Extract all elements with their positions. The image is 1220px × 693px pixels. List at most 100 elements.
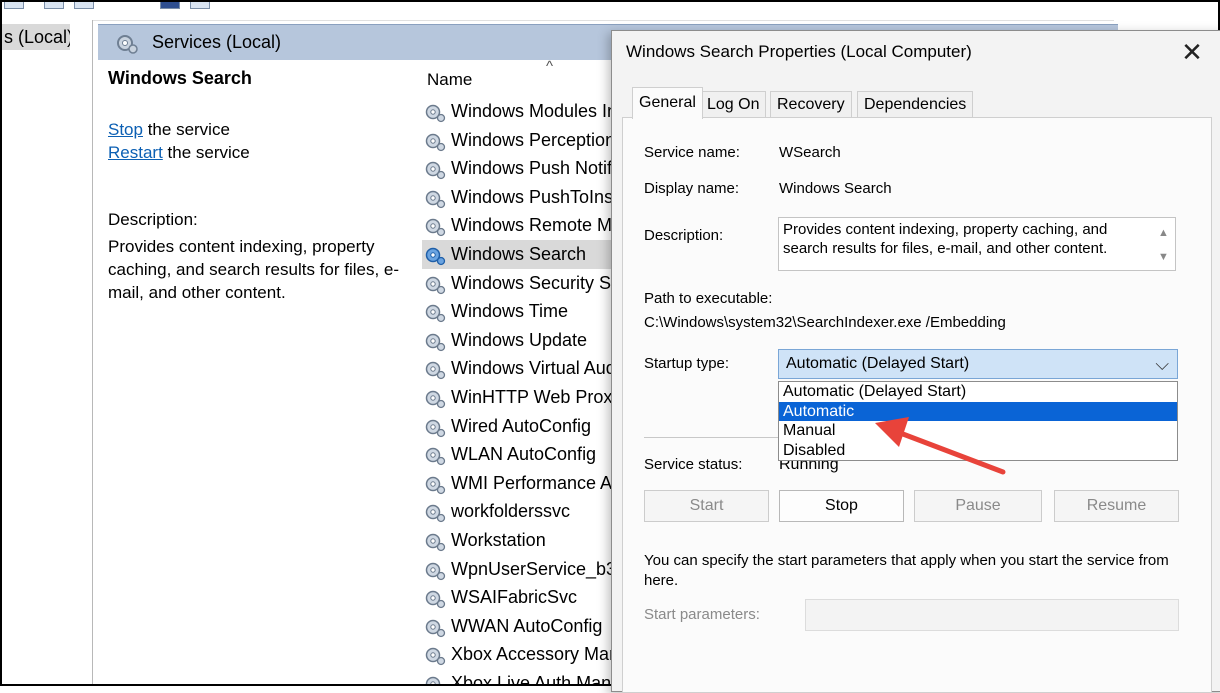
start-button[interactable]: Start [644,490,769,522]
service-name: Windows Virtual Aud [451,358,616,379]
service-name-value: WSearch [779,144,841,161]
service-row[interactable]: WMI Performance Ad [422,469,622,498]
restart-service-link[interactable]: Restart [108,143,163,162]
scroll-down-icon[interactable]: ▼ [1158,248,1169,267]
services-list: ^ Name Windows Modules In Windows Percept… [408,58,622,684]
service-row[interactable]: Windows Time [422,297,622,326]
start-params-input[interactable] [805,599,1179,631]
service-name: WinHTTP Web Proxy [451,386,622,407]
start-params-label: Start parameters: [644,606,760,623]
service-row[interactable]: Windows Push Notifi [422,154,622,183]
service-name: WWAN AutoConfig [451,615,603,636]
service-gear-icon [424,358,446,383]
service-gear-icon [424,215,446,240]
service-row[interactable]: Windows Perception [422,126,622,155]
service-gear-icon [424,644,446,669]
service-name: Windows Remote Ma [451,215,622,236]
toolbar-icon[interactable] [74,2,94,9]
startup-type-dropdown: Automatic (Delayed Start) Automatic Manu… [778,381,1178,461]
service-gear-icon [424,673,446,684]
service-name: Windows Perception [451,129,616,150]
service-gear-icon [424,158,446,183]
service-row[interactable]: Wired AutoConfig [422,412,622,441]
tree-item-services-local[interactable]: s (Local) [2,24,70,50]
services-header-title: Services (Local) [152,32,282,52]
display-name-label: Display name: [644,180,740,197]
description-scrollbar[interactable]: ▲ ▼ [1153,218,1175,270]
pause-button[interactable]: Pause [914,490,1042,522]
service-row[interactable]: WLAN AutoConfig [422,440,622,469]
service-gear-icon [424,616,446,641]
divider [644,437,778,438]
service-name: Xbox Accessory Mana [451,644,622,665]
service-row[interactable]: WpnUserService_b36 [422,555,622,584]
toolbar-icon[interactable] [190,2,210,9]
option-automatic[interactable]: Automatic [779,401,1177,421]
service-gear-icon [424,273,446,298]
services-gear-icon [115,31,139,60]
option-disabled[interactable]: Disabled [779,441,1177,461]
description-label: Description: [108,210,198,229]
service-name: Windows Time [451,301,569,322]
service-gear-icon [424,559,446,584]
tab-general[interactable]: General [632,87,703,119]
service-name: WpnUserService_b36 [451,558,622,579]
console-tree: s (Local) [2,20,93,684]
service-row[interactable]: Windows Update [422,326,622,355]
stop-button[interactable]: Stop [779,490,904,522]
service-row[interactable]: Xbox Accessory Mana [422,640,622,669]
description-text: Provides content indexing, property cach… [108,237,400,302]
service-gear-icon [424,530,446,555]
dialog-title: Windows Search Properties (Local Compute… [626,42,972,61]
service-name: Windows Modules In [451,101,618,121]
service-gear-icon [424,387,446,412]
service-row[interactable]: workfolderssvc [422,497,622,526]
option-manual[interactable]: Manual [779,421,1177,441]
service-name: Windows Search [451,243,587,264]
service-row[interactable]: Xbox Live Auth Mana [422,669,622,684]
service-name: Windows Security Se [451,272,622,293]
column-header-name[interactable]: Name [427,70,472,90]
close-button[interactable]: ✕ [1174,35,1210,71]
toolbar-icon[interactable] [160,2,180,9]
toolbar-icon[interactable] [44,2,64,9]
service-row[interactable]: WinHTTP Web Proxy [422,383,622,412]
service-row[interactable]: WWAN AutoConfig [422,612,622,641]
service-row[interactable]: Windows PushToInst [422,183,622,212]
sort-ascending-icon: ^ [546,58,554,75]
service-gear-icon [424,130,446,155]
tab-recovery[interactable]: Recovery [770,91,852,118]
stop-service-link[interactable]: Stop [108,120,143,139]
restart-service-line: Restart the service [108,143,250,163]
service-row[interactable]: Windows Search [422,239,622,269]
dialog-description-box[interactable]: Provides content indexing, property cach… [778,217,1176,271]
scroll-up-icon[interactable]: ▲ [1158,224,1169,243]
service-row[interactable]: Windows Security Se [422,269,622,298]
service-gear-icon [424,101,446,126]
dialog-description-text: Provides content indexing, property cach… [783,221,1108,257]
service-gear-icon [424,473,446,498]
service-row[interactable]: WSAIFabricSvc [422,583,622,612]
service-row[interactable]: Windows Virtual Aud [422,354,622,383]
option-automatic-delayed[interactable]: Automatic (Delayed Start) [779,382,1177,402]
dialog-description-label: Description: [644,227,724,244]
toolbar-icon[interactable] [4,2,24,9]
tab-log-on[interactable]: Log On [700,91,767,118]
service-name: Workstation [451,529,546,550]
service-row[interactable]: Windows Remote Ma [422,211,622,240]
service-gear-icon [424,587,446,612]
service-gear-icon [424,187,446,212]
service-gear-icon [424,244,446,269]
startup-type-select[interactable]: Automatic (Delayed Start) ⌵ [778,349,1178,379]
service-gear-icon [424,501,446,526]
resume-button[interactable]: Resume [1054,490,1179,522]
restart-service-suffix: the service [162,143,250,162]
service-row[interactable]: Windows Modules In [422,97,622,126]
service-name-label: Service name: [644,144,740,161]
tab-dependencies[interactable]: Dependencies [857,91,974,118]
stop-service-line: Stop the service [108,120,230,140]
service-name: Windows Push Notifi [451,158,617,179]
service-name: Windows PushToInst [451,186,619,207]
path-label: Path to executable: [644,290,773,307]
service-row[interactable]: Workstation [422,526,622,555]
